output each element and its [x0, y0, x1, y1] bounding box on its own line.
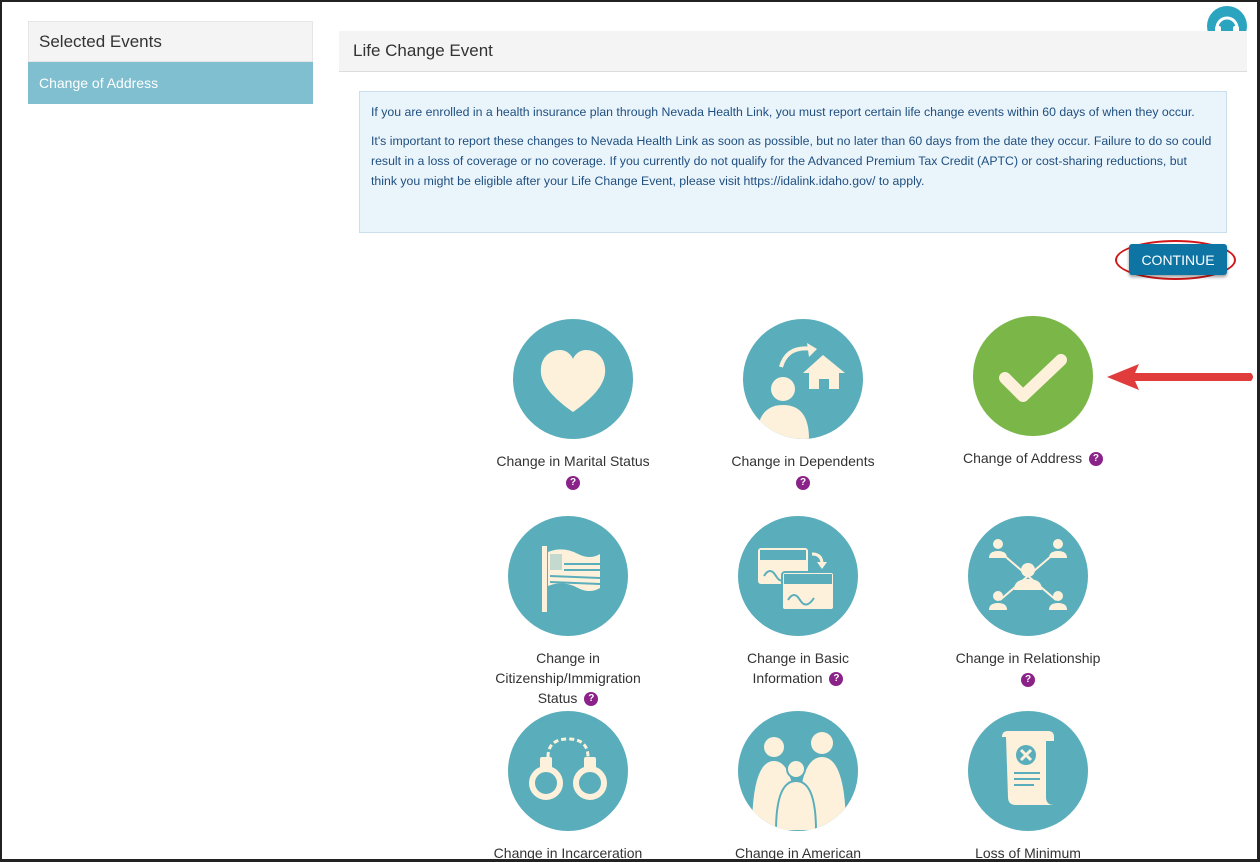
document-x-icon[interactable] [968, 711, 1088, 831]
sidebar-title: Selected Events [28, 21, 313, 62]
sidebar-item-change-of-address[interactable]: Change of Address [28, 62, 313, 104]
event-label: Change in Basic Information ? [747, 650, 849, 687]
name-tag-icon[interactable] [738, 516, 858, 636]
help-icon[interactable]: ? [1088, 452, 1103, 467]
notice-paragraph-1: If you are enrolled in a health insuranc… [371, 105, 1195, 119]
event-tile-change-of-address[interactable]: Change of Address ? [933, 316, 1133, 468]
heart-icon[interactable] [513, 319, 633, 439]
event-label: Change in Incarceration [493, 845, 643, 861]
checkmark-icon[interactable] [973, 316, 1093, 436]
event-tile-incarceration[interactable]: Change in Incarceration [468, 711, 668, 861]
event-label: Change in Marital Status ? [496, 453, 650, 491]
help-icon[interactable]: ? [1021, 673, 1035, 688]
flag-icon[interactable] [508, 516, 628, 636]
event-tile-marital-status[interactable]: Change in Marital Status ? [473, 319, 673, 492]
event-label: Change in Relationship ? [955, 650, 1101, 688]
family-icon[interactable] [738, 711, 858, 831]
notice-paragraph-2: It's important to report these changes t… [371, 134, 1212, 188]
handcuffs-icon[interactable] [508, 711, 628, 831]
help-icon[interactable]: ? [566, 476, 580, 491]
event-label: Change in Citizenship/Immigration Status… [495, 650, 641, 707]
event-tile-citizenship[interactable]: Change in Citizenship/Immigration Status… [468, 516, 668, 708]
info-notice: If you are enrolled in a health insuranc… [359, 91, 1227, 233]
event-tile-loss-of-minimum[interactable]: Loss of Minimum [928, 711, 1128, 861]
event-label: Change of Address ? [933, 448, 1133, 468]
person-house-icon[interactable] [743, 319, 863, 439]
life-change-event-header: Life Change Event [339, 31, 1247, 72]
event-tile-dependents[interactable]: Change in Dependents ? [703, 319, 903, 492]
help-icon[interactable]: ? [829, 672, 844, 687]
help-icon[interactable]: ? [584, 692, 599, 707]
continue-button[interactable]: CONTINUE [1129, 244, 1227, 275]
event-label: Change in Dependents ? [731, 453, 875, 491]
event-tile-basic-information[interactable]: Change in Basic Information ? [698, 516, 898, 688]
help-icon[interactable]: ? [796, 476, 810, 491]
network-icon[interactable] [968, 516, 1088, 636]
event-label: Loss of Minimum [975, 845, 1081, 861]
event-label: Change in American [734, 845, 862, 861]
event-tile-relationship[interactable]: Change in Relationship ? [928, 516, 1128, 689]
selected-events-sidebar: Selected Events Change of Address [28, 21, 313, 104]
browser-viewport: Selected Events Change of Address Life C… [0, 0, 1260, 862]
event-tile-american[interactable]: Change in American [698, 711, 898, 861]
